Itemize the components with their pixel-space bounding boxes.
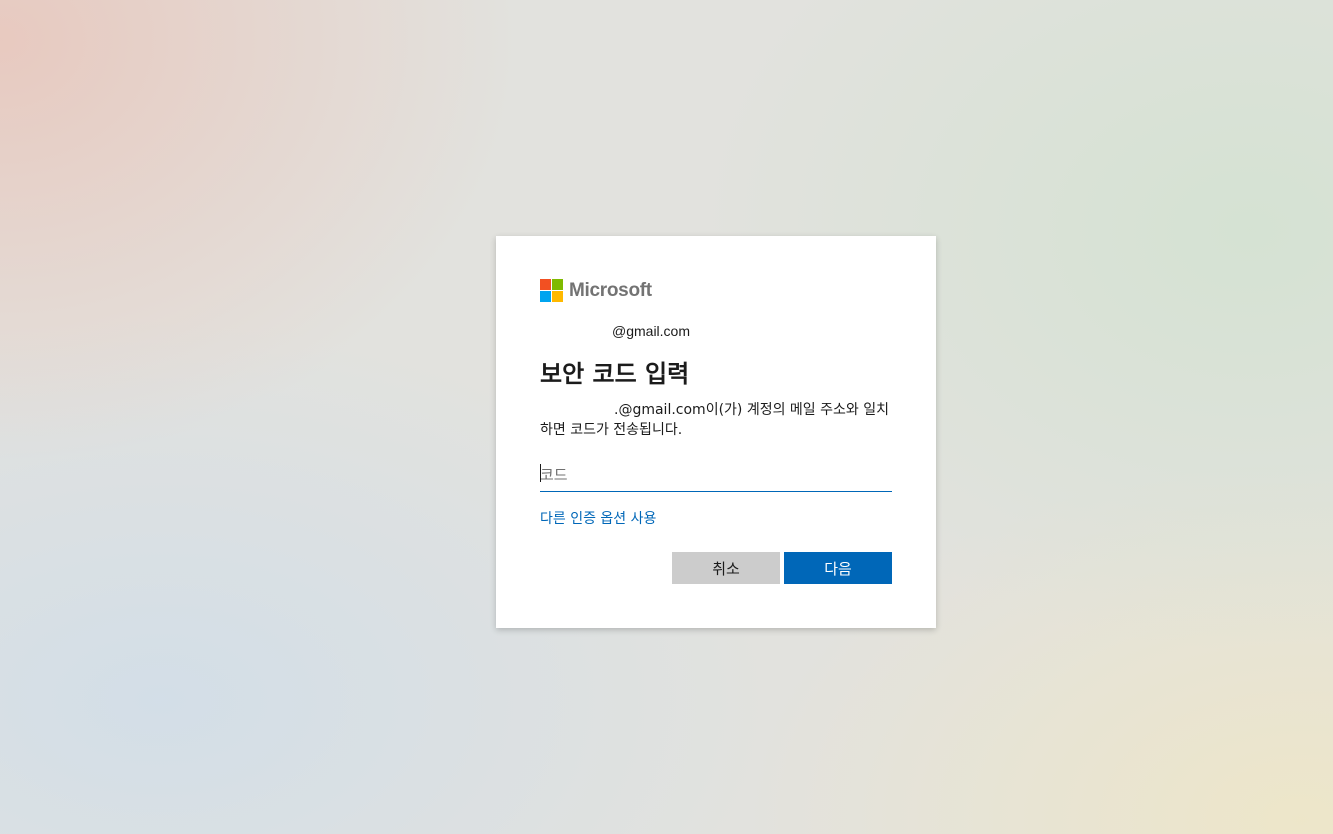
logo-square-red <box>540 279 551 290</box>
other-verification-options-link[interactable]: 다른 인증 옵션 사용 <box>540 508 656 528</box>
description-email: .@gmail.com <box>614 402 706 418</box>
identity-email: @gmail.com <box>540 323 691 340</box>
page-description: .@gmail.com이(가) 계정의 메일 주소와 일치하면 코드가 전송됩니… <box>540 400 892 440</box>
identity-email-text: @gmail.com <box>612 323 691 339</box>
microsoft-logo: Microsoft <box>540 279 652 302</box>
redacted-email-part <box>540 403 614 417</box>
cancel-button[interactable]: 취소 <box>672 552 780 584</box>
next-button[interactable]: 다음 <box>784 552 892 584</box>
microsoft-logo-icon <box>540 279 563 302</box>
text-caret <box>540 464 541 482</box>
signin-card: Microsoft @gmail.com 보안 코드 입력 .@gmail.co… <box>496 236 936 628</box>
logo-square-green <box>552 279 563 290</box>
logo-square-blue <box>540 291 551 302</box>
logo-square-yellow <box>552 291 563 302</box>
page-title: 보안 코드 입력 <box>540 360 690 388</box>
code-input[interactable] <box>540 458 892 492</box>
logo-text: Microsoft <box>569 279 652 301</box>
redacted-email-part <box>540 325 612 340</box>
